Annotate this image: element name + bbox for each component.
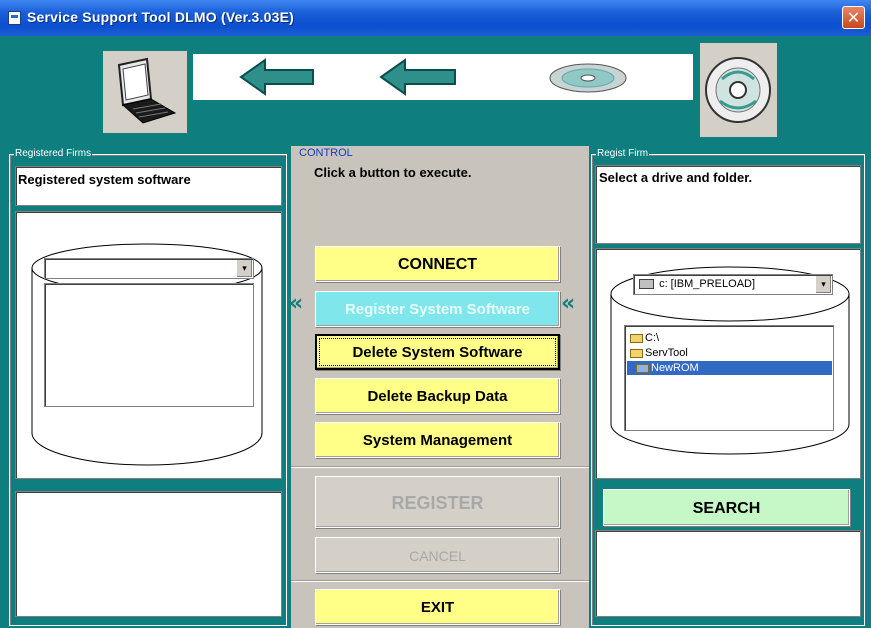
title-bar[interactable]: Service Support Tool DLMO (Ver.3.03E) ✕ [0, 0, 871, 36]
regist-detail-box [595, 530, 861, 617]
control-label: CONTROL [298, 147, 354, 159]
chevron-down-icon[interactable]: ▾ [815, 276, 831, 293]
registered-caption: Registered system software [18, 172, 191, 187]
app-window: Service Support Tool DLMO (Ver.3.03E) ✕ [0, 0, 871, 628]
left-arrow-icon [239, 58, 314, 96]
registered-detail-box [15, 491, 282, 617]
folder-item[interactable]: ServTool [630, 346, 688, 360]
drive-select-value: c: [IBM_PRELOAD] [659, 278, 756, 290]
left-double-arrow-icon: « [289, 291, 304, 316]
delete-backup-data-button[interactable]: Delete Backup Data [315, 378, 560, 414]
control-instruction: Click a button to execute. [314, 165, 472, 180]
delete-system-software-button[interactable]: Delete System Software [315, 334, 560, 370]
registered-firms-label: Registered Firms [14, 148, 93, 159]
drive-select[interactable]: c: [IBM_PRELOAD] ▾ [633, 274, 833, 295]
folder-open-icon [630, 333, 643, 343]
window-title: Service Support Tool DLMO (Ver.3.03E) [27, 9, 294, 25]
cd-disc-icon [549, 63, 627, 93]
transfer-arrows [193, 54, 693, 100]
folder-open-icon [636, 363, 649, 373]
connect-button[interactable]: CONNECT [315, 246, 560, 282]
register-system-software-button[interactable]: Register System Software [315, 291, 560, 327]
folder-item-selected[interactable]: NewROM [627, 361, 832, 375]
folder-item[interactable]: C:\ [630, 331, 659, 345]
search-button[interactable]: SEARCH [603, 489, 850, 526]
exit-button[interactable]: EXIT [315, 589, 560, 625]
control-separator [291, 466, 589, 468]
firmware-select[interactable]: ▾ [44, 258, 254, 279]
drive-icon [639, 279, 654, 290]
control-separator [291, 580, 589, 582]
chevron-down-icon[interactable]: ▾ [236, 260, 252, 277]
regist-caption: Select a drive and folder. [599, 170, 753, 185]
folder-open-icon [630, 348, 643, 358]
close-button[interactable]: ✕ [842, 6, 865, 29]
cd-disc-icon [700, 43, 777, 137]
regist-firm-label: Regist Firm [596, 148, 650, 159]
left-arrow-icon [379, 58, 456, 96]
firmware-list[interactable] [44, 283, 254, 407]
right-double-arrow-icon: « [561, 291, 576, 316]
cancel-button[interactable]: CANCEL [315, 537, 560, 573]
app-icon [8, 11, 21, 25]
system-management-button[interactable]: System Management [315, 422, 560, 458]
banner [8, 40, 865, 140]
laptop-icon [103, 51, 187, 133]
register-button[interactable]: REGISTER [315, 476, 560, 528]
